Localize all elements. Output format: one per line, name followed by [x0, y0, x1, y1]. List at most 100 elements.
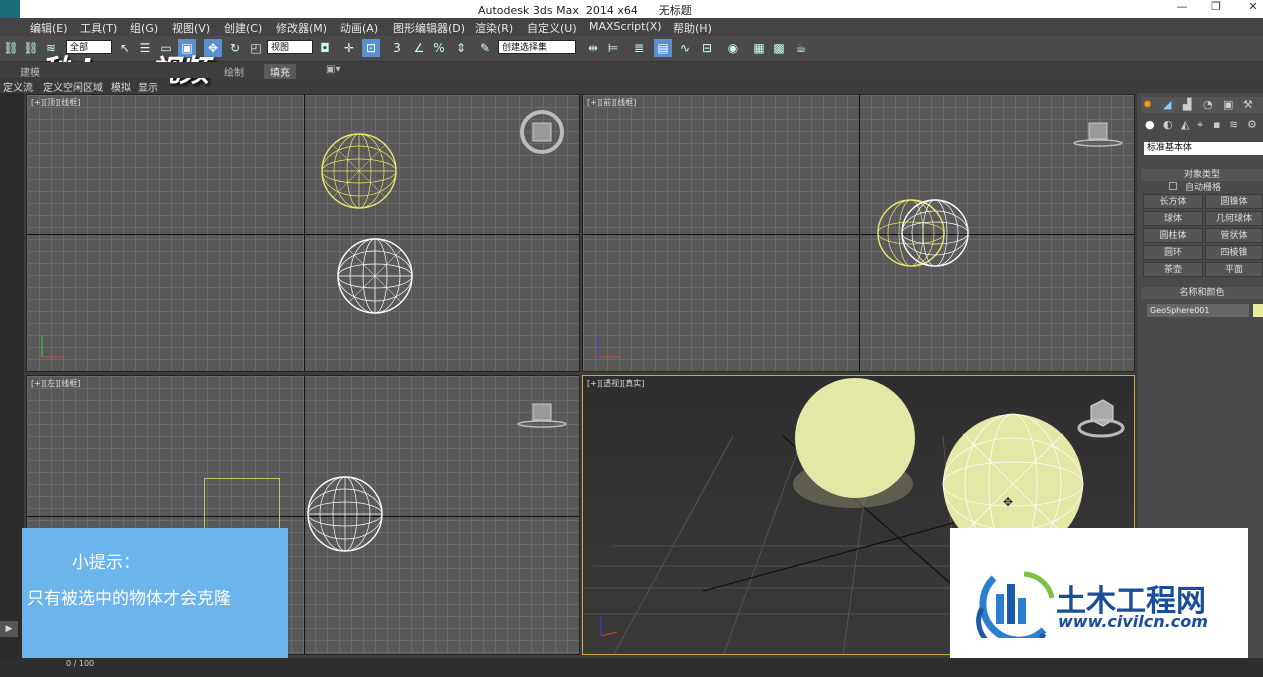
- cameras-icon[interactable]: ⌖: [1197, 118, 1203, 132]
- geosphere-button[interactable]: 几何球体: [1205, 211, 1263, 226]
- lights-icon[interactable]: ◭: [1181, 118, 1189, 131]
- motion-tab-icon[interactable]: ◔: [1203, 98, 1213, 111]
- viewcube-icon[interactable]: [517, 109, 567, 155]
- systems-icon[interactable]: ⚙: [1247, 118, 1257, 131]
- link-icon[interactable]: ⛓: [2, 39, 20, 57]
- plane-button[interactable]: 平面: [1205, 262, 1263, 277]
- unlink-icon[interactable]: ⛓: [22, 39, 40, 57]
- named-selection-set-dropdown[interactable]: 创建选择集: [498, 40, 576, 54]
- ribbon-bar: 建模 绘制 填充 ▣▾: [0, 62, 1263, 79]
- viewcube-icon[interactable]: [1073, 398, 1125, 438]
- sphere-button[interactable]: 球体: [1143, 211, 1203, 226]
- shapes-icon[interactable]: ◐: [1163, 118, 1173, 131]
- menu-maxscript[interactable]: MAXScript(X): [589, 20, 662, 33]
- viewcube-icon[interactable]: [517, 400, 569, 430]
- category-dropdown[interactable]: 标准基本体: [1144, 142, 1263, 155]
- subtab-simulate[interactable]: 模拟: [111, 79, 131, 94]
- expand-arrow-icon[interactable]: ▶: [0, 621, 18, 637]
- torus-button[interactable]: 圆环: [1143, 245, 1203, 260]
- title-bar: Autodesk 3ds Max 2014 x64 无标题 — ❐ ✕: [0, 0, 1263, 24]
- minimize-icon[interactable]: —: [1172, 0, 1192, 16]
- layer-manager-icon[interactable]: ≣: [630, 39, 648, 57]
- camera-icon[interactable]: ▣▾: [326, 64, 340, 75]
- ribbon-tab-paint[interactable]: 绘制: [224, 64, 244, 79]
- pivot-center-icon[interactable]: ◘: [316, 39, 334, 57]
- sphere-shaded[interactable]: [795, 378, 915, 498]
- object-color-swatch[interactable]: [1253, 304, 1263, 317]
- grid-axis-z: [304, 376, 305, 654]
- menu-views[interactable]: 视图(V): [172, 20, 210, 36]
- edit-named-selection-icon[interactable]: ✎: [476, 39, 494, 57]
- restore-icon[interactable]: ❐: [1206, 0, 1226, 16]
- curve-editor-icon[interactable]: ∿: [676, 39, 694, 57]
- scene-explorer-icon[interactable]: ▤: [654, 39, 672, 57]
- render-setup-icon[interactable]: ▦: [750, 39, 768, 57]
- menu-tools[interactable]: 工具(T): [80, 20, 117, 36]
- menu-edit[interactable]: 编辑(E): [30, 20, 68, 36]
- schematic-view-icon[interactable]: ⊟: [698, 39, 716, 57]
- geometry-icon[interactable]: ●: [1145, 118, 1155, 131]
- viewport-front-label[interactable]: [+][前][线框]: [587, 97, 636, 108]
- render-frame-icon[interactable]: ▩: [770, 39, 788, 57]
- autogrid-checkbox[interactable]: [1169, 182, 1177, 190]
- viewport-front[interactable]: [+][前][线框]: [582, 94, 1135, 372]
- pyramid-button[interactable]: 四棱锥: [1205, 245, 1263, 260]
- frame-counter[interactable]: 0 / 100: [66, 659, 94, 668]
- spinner-snap-icon[interactable]: ⇕: [452, 39, 470, 57]
- render-teapot-icon[interactable]: ☕: [792, 39, 810, 57]
- spacewarps-icon[interactable]: ≋: [1229, 118, 1238, 131]
- display-tab-icon[interactable]: ▣: [1223, 98, 1233, 111]
- geosphere-selected[interactable]: [321, 133, 401, 213]
- angle-snap-icon[interactable]: ∠: [410, 39, 428, 57]
- percent-snap-icon[interactable]: %: [430, 39, 448, 57]
- cone-button[interactable]: 圆锥体: [1205, 194, 1263, 209]
- subtab-display[interactable]: 显示: [138, 79, 158, 94]
- modify-tab-icon[interactable]: ◢: [1163, 98, 1171, 111]
- menu-customize[interactable]: 自定义(U): [527, 20, 577, 36]
- select-rotate-icon[interactable]: ↻: [226, 39, 244, 57]
- object-name-field[interactable]: GeoSphere001: [1147, 304, 1249, 317]
- material-editor-icon[interactable]: ◉: [724, 39, 742, 57]
- rollout-name-color[interactable]: 名称和颜色: [1141, 287, 1263, 299]
- menu-group[interactable]: 组(G): [130, 20, 158, 36]
- select-scale-icon[interactable]: ◰: [247, 39, 265, 57]
- menu-animation[interactable]: 动画(A): [340, 20, 378, 36]
- viewport-top-label[interactable]: [+][顶][线框]: [31, 97, 80, 108]
- ribbon-tab-populate[interactable]: 填充: [264, 64, 296, 79]
- hierarchy-tab-icon[interactable]: ▟: [1183, 98, 1191, 111]
- mirror-icon[interactable]: ⇹: [584, 39, 602, 57]
- tube-button[interactable]: 管状体: [1205, 228, 1263, 243]
- helpers-icon[interactable]: ▪: [1213, 118, 1220, 131]
- keyboard-shortcut-icon[interactable]: ⊡: [362, 39, 380, 57]
- menu-graph-editors[interactable]: 图形编辑器(D): [393, 20, 465, 36]
- teapot-button[interactable]: 茶壶: [1143, 262, 1203, 277]
- time-slider-bar: 0 / 100: [0, 658, 1263, 677]
- utilities-tab-icon[interactable]: ⚒: [1243, 98, 1253, 111]
- menu-rendering[interactable]: 渲染(R): [475, 20, 513, 36]
- geosphere-clone[interactable]: [337, 238, 417, 318]
- align-icon[interactable]: ⊨: [604, 39, 622, 57]
- geosphere-clone[interactable]: [901, 195, 971, 275]
- viewcube-icon[interactable]: [1073, 119, 1125, 149]
- select-manipulate-icon[interactable]: ✛: [340, 39, 358, 57]
- snap-toggle-icon[interactable]: 3: [388, 39, 406, 57]
- menu-bar: 编辑(E) 工具(T) 组(G) 视图(V) 创建(C) 修改器(M) 动画(A…: [0, 18, 1263, 36]
- menu-help[interactable]: 帮助(H): [673, 20, 712, 36]
- tip-title: 小提示：: [72, 553, 140, 573]
- geosphere-clone[interactable]: [307, 476, 387, 556]
- subtab-define-flows[interactable]: 定义流: [3, 79, 33, 94]
- axis-tripod-icon: [41, 335, 65, 358]
- menu-create[interactable]: 创建(C): [224, 20, 262, 36]
- axis-tripod-icon: [597, 335, 621, 358]
- viewport-left-label[interactable]: [+][左][线框]: [31, 378, 80, 389]
- box-button[interactable]: 长方体: [1143, 194, 1203, 209]
- menu-modifiers[interactable]: 修改器(M): [276, 20, 327, 36]
- ribbon-tab-modeling[interactable]: 建模: [20, 64, 40, 79]
- subtab-define-idle-areas[interactable]: 定义空闲区域: [43, 79, 103, 94]
- viewport-top[interactable]: [+][顶][线框]: [26, 94, 580, 372]
- create-tab-icon[interactable]: ✹: [1143, 98, 1152, 111]
- reference-coord-dropdown[interactable]: 视图: [267, 40, 313, 54]
- cylinder-button[interactable]: 圆柱体: [1143, 228, 1203, 243]
- grid-axis-y: [304, 95, 305, 371]
- close-icon[interactable]: ✕: [1243, 0, 1263, 16]
